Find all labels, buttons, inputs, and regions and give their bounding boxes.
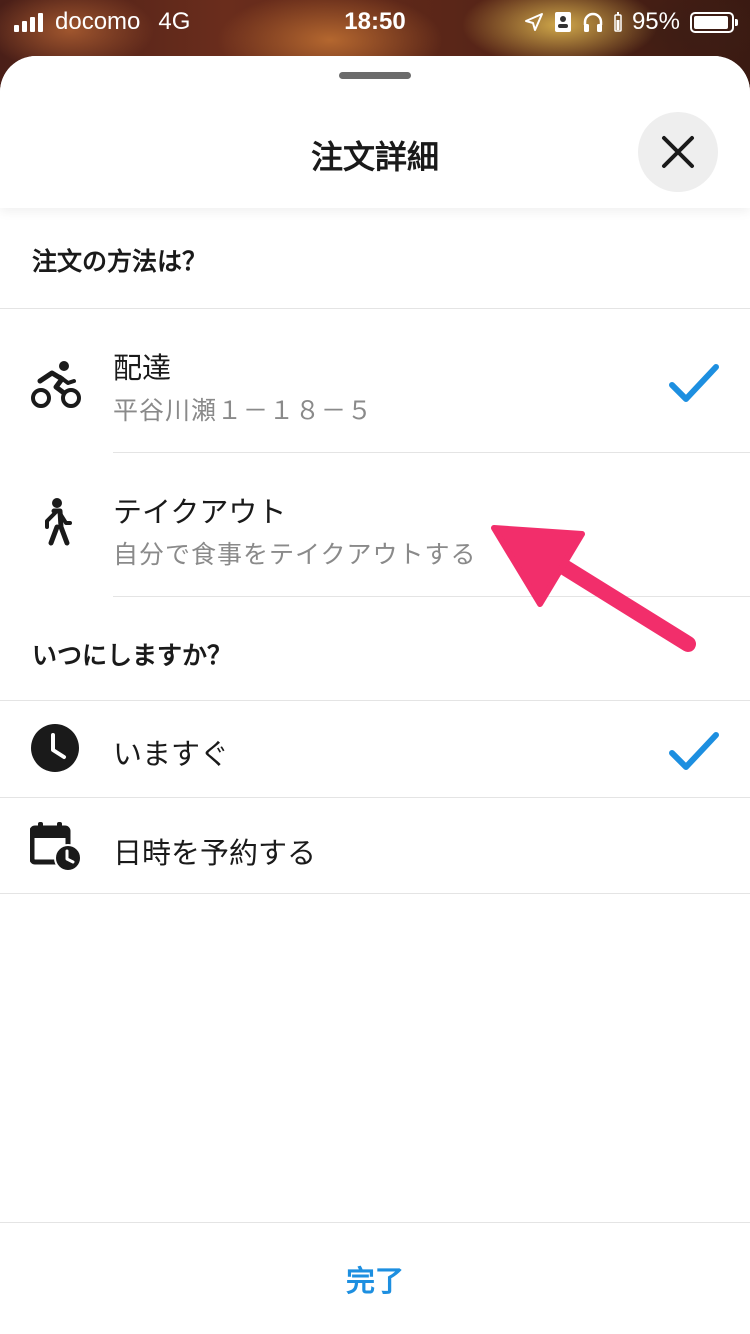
- close-icon: [662, 136, 694, 168]
- battery-charging-icon: [614, 12, 622, 32]
- walking-person-icon: [45, 498, 72, 546]
- option-takeout[interactable]: テイクアウト 自分で食事をテイクアウトする: [0, 453, 750, 596]
- battery-percent: 95%: [631, 8, 680, 35]
- location-arrow-icon: [524, 13, 543, 31]
- option-takeout-description: 自分で食事をテイクアウトする: [113, 540, 477, 569]
- sheet-header: 注文詳細: [0, 56, 750, 208]
- checkmark-icon: [669, 364, 719, 402]
- sheet-grabber-handle[interactable]: [339, 72, 411, 79]
- status-bar: docomo 4G 18:50 95%: [0, 0, 750, 42]
- option-delivery[interactable]: 配達 平谷川瀬１－１８－５: [0, 309, 750, 452]
- clock-icon: [31, 724, 79, 772]
- order-method-heading: 注文の方法は？: [32, 247, 208, 276]
- order-details-sheet: 注文詳細 注文の方法は？ 配達 平谷川瀬１－１８－５ テイクアウト 自分で食事を…: [0, 56, 750, 1334]
- option-schedule-title: 日時を予約する: [113, 836, 317, 870]
- option-delivery-title: 配達: [113, 351, 172, 385]
- cyclist-icon: [31, 361, 81, 408]
- row-divider: [113, 596, 750, 597]
- battery-icon: [690, 11, 738, 33]
- row-divider: [0, 893, 750, 894]
- checkmark-icon: [669, 732, 719, 770]
- option-now[interactable]: いますぐ: [0, 701, 750, 797]
- option-schedule[interactable]: 日時を予約する: [0, 798, 750, 893]
- option-now-title: いますぐ: [113, 737, 230, 771]
- option-delivery-address: 平谷川瀬１－１８－５: [113, 396, 374, 425]
- done-button[interactable]: 完了: [0, 1223, 750, 1334]
- headphones-icon: [583, 12, 603, 32]
- timing-heading: いつにしますか？: [32, 641, 233, 670]
- calendar-clock-icon: [30, 822, 82, 872]
- id-badge-icon: [554, 12, 571, 32]
- option-takeout-title: テイクアウト: [113, 495, 287, 529]
- close-button[interactable]: [638, 112, 718, 192]
